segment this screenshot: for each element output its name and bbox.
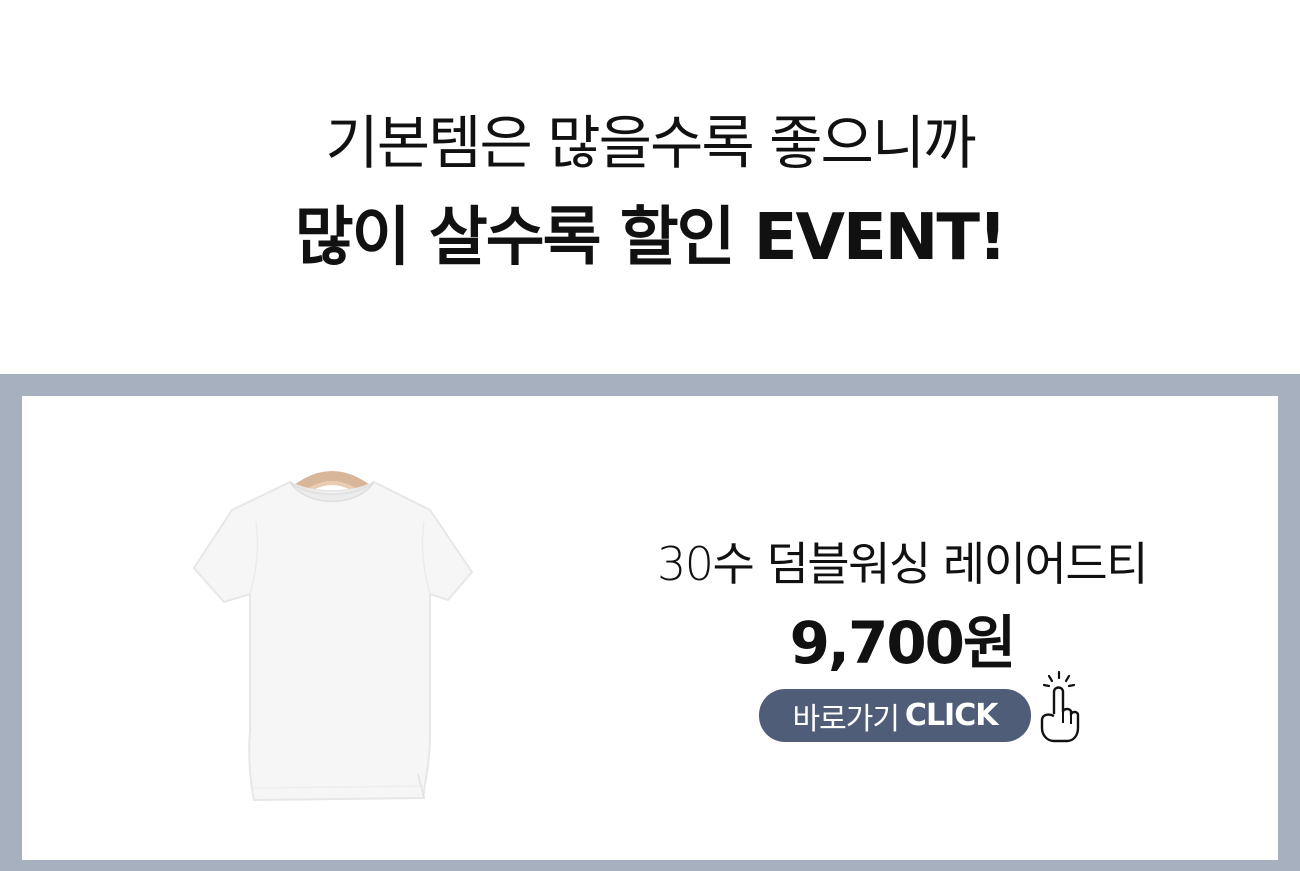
cta-label-korean: 바로가기 <box>792 701 900 737</box>
headline-line1: 기본템은 많을수록 좋으니까 <box>325 109 976 177</box>
product-frame: 30수 덤블워싱 레이어드티 9,700원 바로가기 CLICK <box>0 374 1300 871</box>
shortcut-click-button[interactable]: 바로가기 CLICK <box>759 689 1031 742</box>
headline-line2: 많이 살수록 할인 EVENT! <box>294 201 1007 275</box>
cta-label-english: CLICK <box>904 698 999 733</box>
product-price: 9,700원 <box>789 609 1017 677</box>
product-name[interactable]: 30수 덤블워싱 레이어드티 <box>582 528 1222 594</box>
tshirt-image[interactable] <box>172 452 492 822</box>
product-panel: 30수 덤블워싱 레이어드티 9,700원 바로가기 CLICK <box>22 396 1278 860</box>
pointing-hand-icon <box>1040 670 1080 743</box>
